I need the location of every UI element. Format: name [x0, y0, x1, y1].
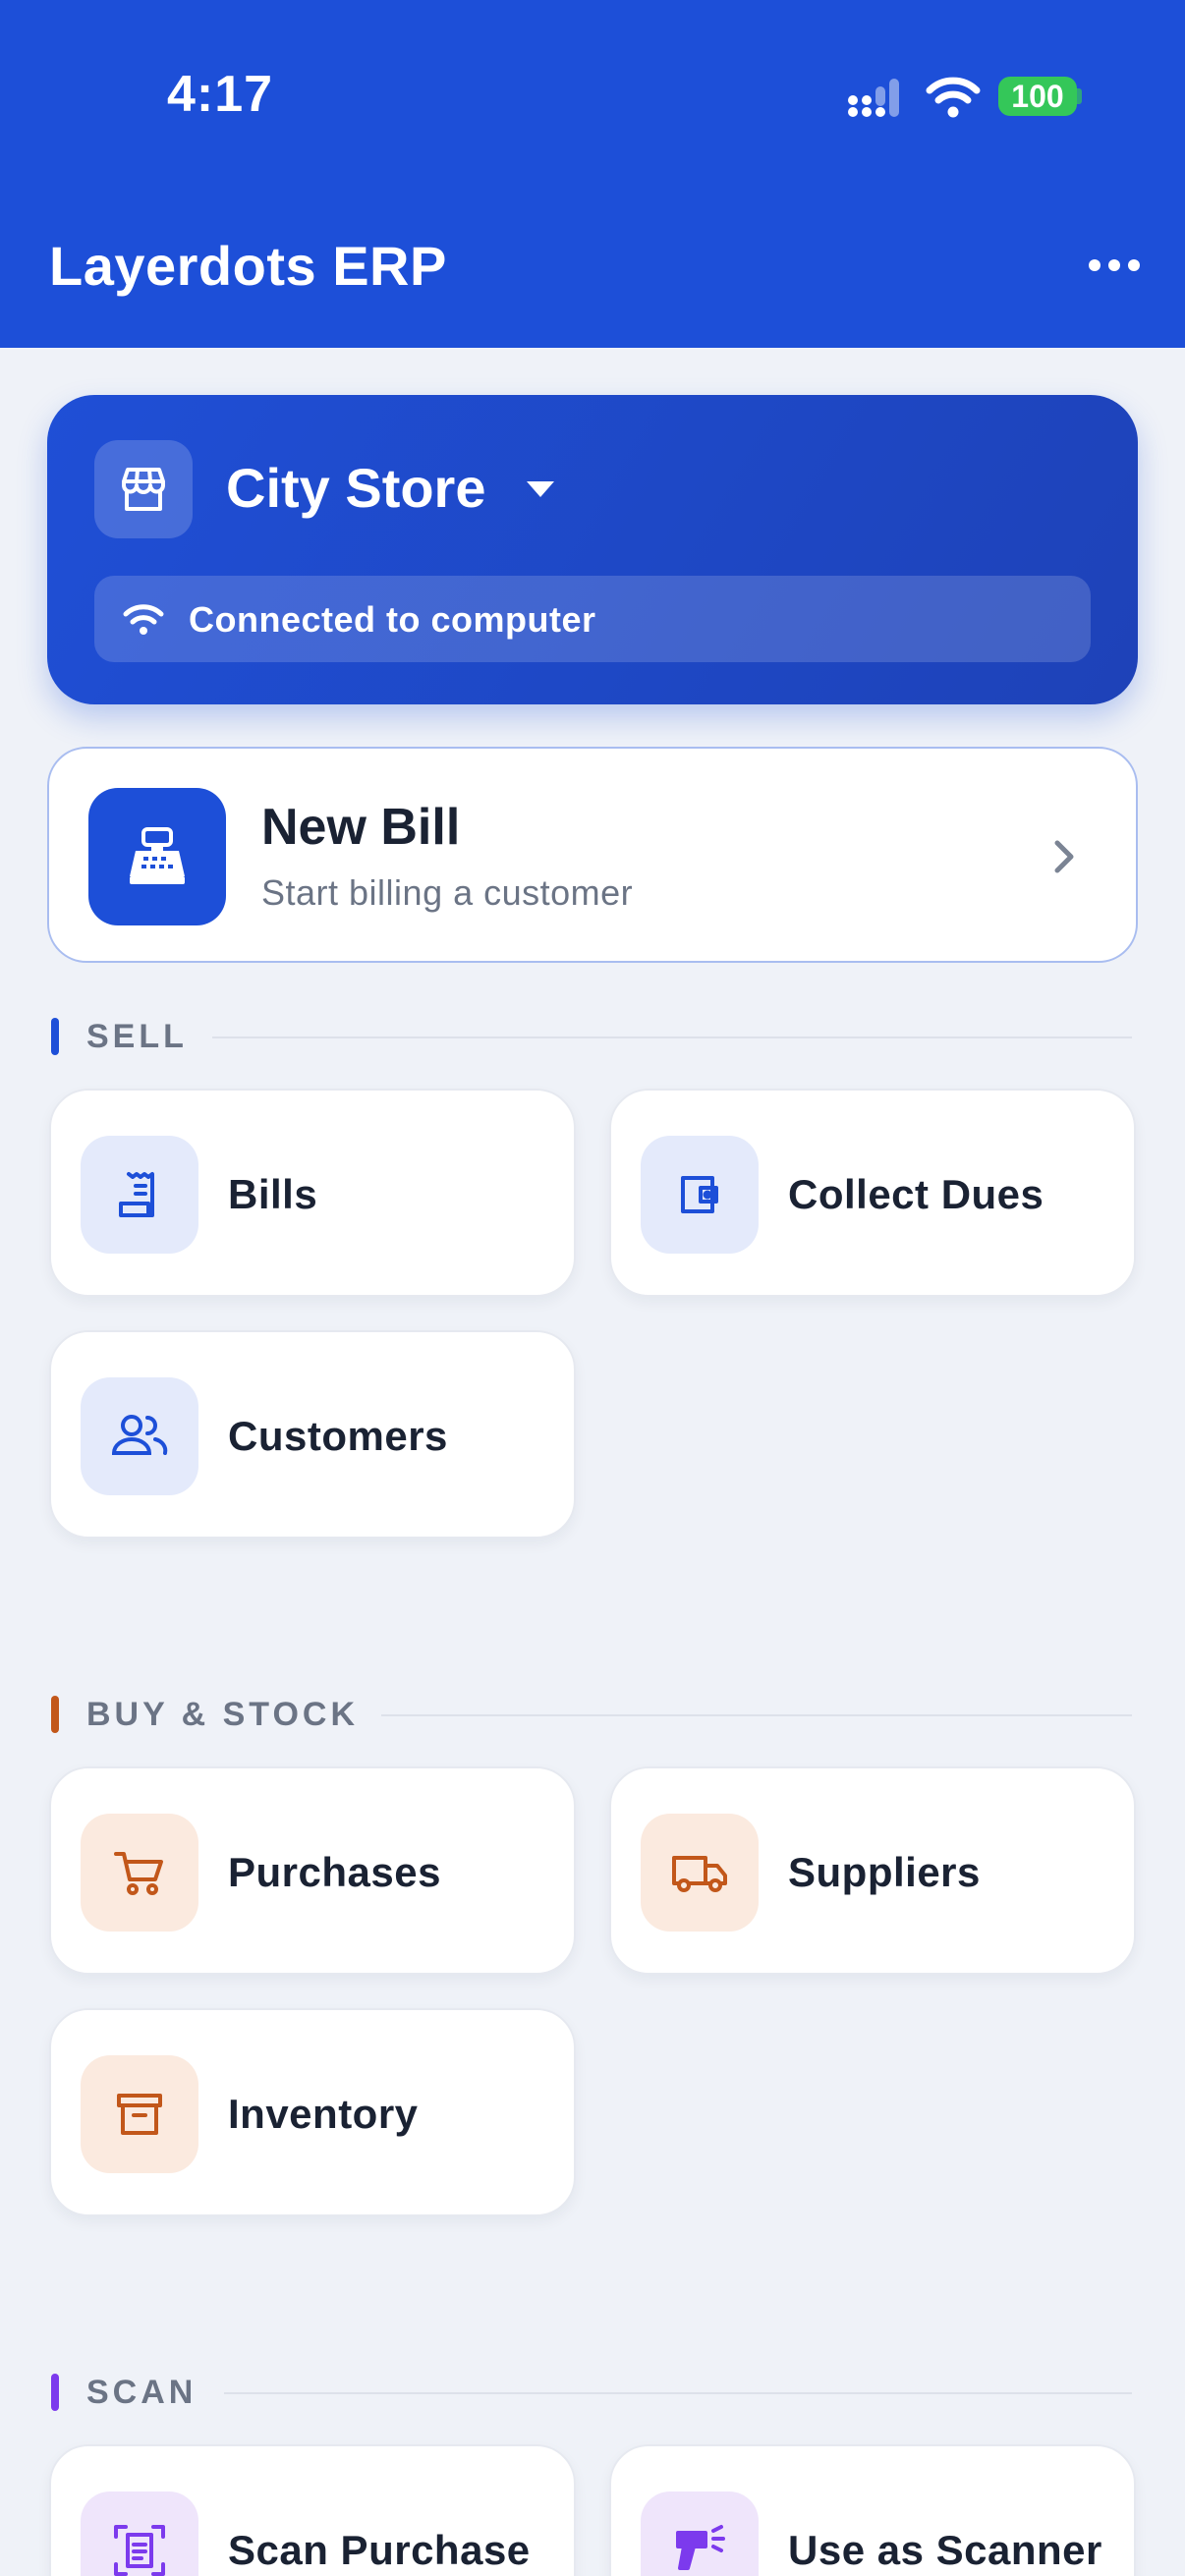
truck-icon	[641, 1814, 759, 1932]
tile-collect-dues[interactable]: Collect Dues	[609, 1089, 1136, 1297]
document-scan-icon	[81, 2492, 198, 2576]
wifi-icon	[926, 77, 981, 118]
archive-box-icon	[81, 2055, 198, 2173]
caret-down-icon[interactable]	[523, 477, 558, 501]
tile-label: Purchases	[228, 1849, 441, 1895]
status-time: 4:17	[167, 66, 274, 123]
section-accent-bar	[51, 1018, 59, 1055]
tile-inventory[interactable]: Inventory	[49, 2008, 576, 2216]
store-name[interactable]: City Store	[226, 456, 486, 520]
connection-status: Connected to computer	[94, 576, 1091, 662]
chevron-right-icon	[1054, 840, 1074, 873]
tile-label: Use as Scanner	[788, 2527, 1102, 2573]
store-card[interactable]: City Store Connected to computer	[47, 395, 1138, 704]
app-bar: 4:17 100 Layerdots ERP	[0, 0, 1185, 348]
tile-customers[interactable]: Customers	[49, 1330, 576, 1539]
new-bill-subtitle: Start billing a customer	[261, 872, 634, 913]
section-label: SCAN	[86, 2374, 198, 2411]
store-icon	[94, 440, 193, 538]
battery-indicator: 100	[998, 77, 1077, 116]
section-header-sell: SELL	[51, 1016, 1132, 1055]
cash-register-icon	[88, 788, 226, 925]
receipt-icon	[81, 1136, 198, 1254]
tile-scan-purchase[interactable]: Scan Purchase	[49, 2444, 576, 2576]
app-title: Layerdots ERP	[49, 235, 447, 297]
new-bill-title: New Bill	[261, 799, 461, 856]
wallet-icon	[641, 1136, 759, 1254]
tile-label: Collect Dues	[788, 1171, 1044, 1217]
tile-label: Suppliers	[788, 1849, 981, 1895]
section-divider	[381, 1714, 1132, 1716]
connection-text: Connected to computer	[189, 599, 596, 640]
tile-label: Inventory	[228, 2091, 419, 2137]
cellular-signal-icon	[848, 79, 899, 117]
cart-icon	[81, 1814, 198, 1932]
battery-tip	[1077, 88, 1082, 104]
tile-purchases[interactable]: Purchases	[49, 1766, 576, 1975]
section-label: BUY & STOCK	[86, 1696, 360, 1733]
section-header-buy-stock: BUY & STOCK	[51, 1694, 1132, 1733]
section-accent-bar	[51, 1696, 59, 1733]
users-icon	[81, 1377, 198, 1495]
more-options-icon[interactable]	[1085, 244, 1144, 287]
tile-use-as-scanner[interactable]: Use as Scanner	[609, 2444, 1136, 2576]
section-label: SELL	[86, 1018, 188, 1055]
tile-label: Scan Purchase	[228, 2527, 531, 2573]
section-divider	[212, 1036, 1132, 1038]
section-accent-bar	[51, 2374, 59, 2411]
barcode-scanner-icon	[641, 2492, 759, 2576]
connection-wifi-icon	[123, 604, 164, 635]
tile-label: Bills	[228, 1171, 318, 1217]
tile-suppliers[interactable]: Suppliers	[609, 1766, 1136, 1975]
section-header-scan: SCAN	[51, 2372, 1132, 2411]
tile-bills[interactable]: Bills	[49, 1089, 576, 1297]
tile-label: Customers	[228, 1413, 448, 1459]
new-bill-button[interactable]: New Bill Start billing a customer	[47, 747, 1138, 963]
section-divider	[224, 2392, 1132, 2394]
